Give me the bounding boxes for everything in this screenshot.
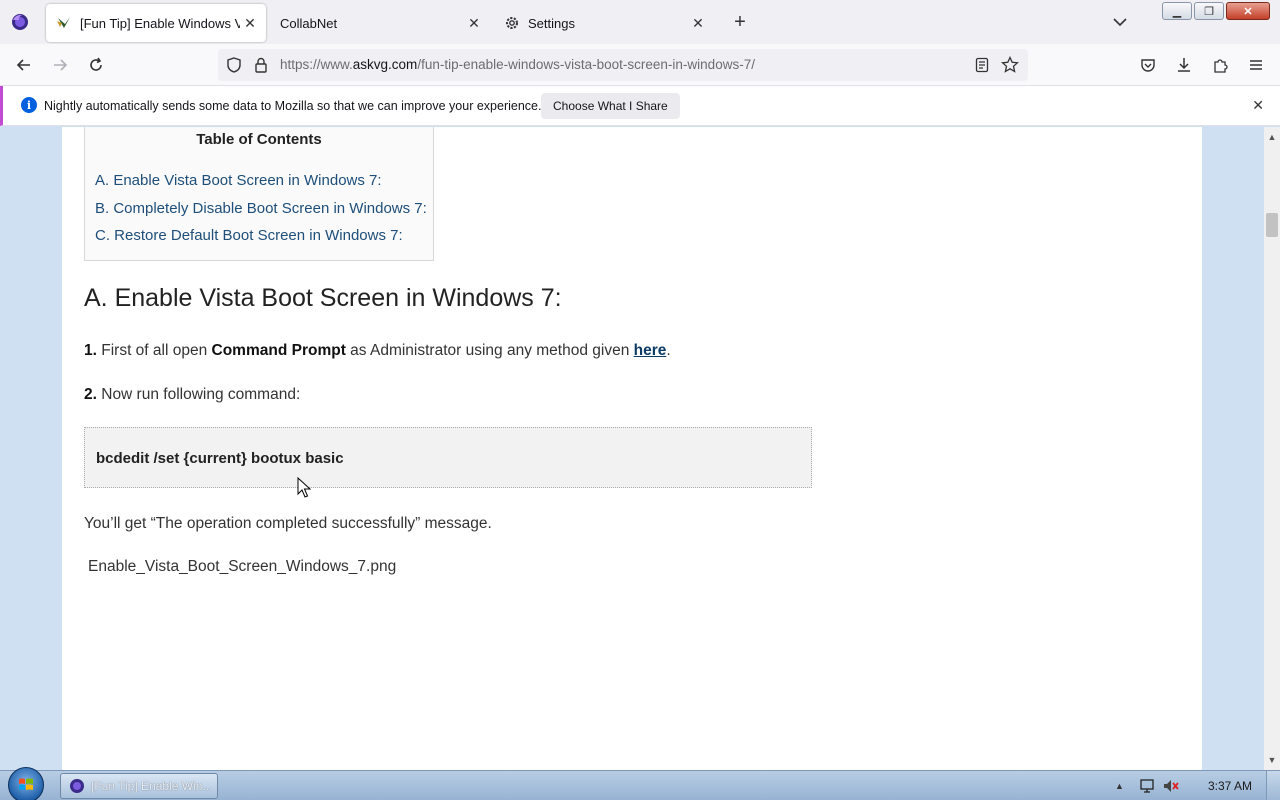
shield-icon[interactable] — [226, 57, 242, 73]
tab-settings[interactable]: Settings ✕ — [494, 4, 714, 42]
show-desktop-button[interactable] — [1266, 771, 1280, 800]
toc-link-c[interactable]: C. Restore Default Boot Screen in Window… — [95, 227, 403, 244]
arrow-left-icon — [16, 59, 30, 71]
mouse-cursor-icon — [297, 477, 312, 498]
windows-logo-icon — [19, 778, 33, 790]
notification-message: Nightly automatically sends some data to… — [44, 99, 542, 113]
pocket-icon — [1141, 59, 1155, 72]
start-button[interactable] — [8, 767, 44, 800]
tab-title: Settings — [528, 15, 575, 31]
downloads-button[interactable] — [1172, 53, 1196, 77]
scroll-down-icon[interactable]: ▼ — [1264, 752, 1280, 768]
step-1-paragraph: 1. First of all open Command Prompt as A… — [84, 342, 671, 360]
command-code-block: bcdedit /set {current} bootux basic — [84, 427, 812, 488]
step-text: . — [666, 342, 671, 359]
extensions-button[interactable] — [1208, 53, 1232, 77]
tab-strip: [Fun Tip] Enable Windows Vista Boot Scre… — [0, 0, 1280, 44]
close-window-button[interactable]: ✕ — [1226, 2, 1270, 20]
broken-image-alt: Enable_Vista_Boot_Screen_Windows_7.png — [88, 558, 397, 575]
maximize-button[interactable]: ❐ — [1194, 2, 1224, 20]
url-bar[interactable]: https://www.askvg.com/fun-tip-enable-win… — [218, 49, 1028, 81]
close-icon[interactable]: ✕ — [1252, 97, 1264, 114]
toc-title: Table of Contents — [196, 131, 322, 148]
tab-fun-tip[interactable]: [Fun Tip] Enable Windows Vista Boot Scre… — [46, 4, 266, 42]
windows-taskbar: [Fun Tip] Enable Win... ▲ 3:37 AM — [0, 767, 1280, 800]
reload-button[interactable] — [84, 53, 108, 77]
scrollbar-thumb[interactable] — [1266, 213, 1278, 237]
volume-muted-icon[interactable] — [1162, 777, 1180, 795]
chevron-down-icon[interactable] — [1110, 12, 1130, 32]
pocket-button[interactable] — [1136, 53, 1160, 77]
back-button[interactable] — [12, 53, 36, 77]
table-of-contents: Table of Contents A. Enable Vista Boot S… — [84, 127, 434, 261]
tab-close-icon[interactable]: ✕ — [464, 13, 484, 33]
system-tray: ▲ 3:37 AM — [1115, 771, 1280, 800]
reload-icon — [90, 57, 102, 71]
arrow-right-icon — [54, 59, 68, 71]
url-path: /fun-tip-enable-windows-vista-boot-scree… — [417, 57, 755, 72]
url-domain: askvg.com — [352, 57, 418, 72]
lock-icon[interactable] — [254, 57, 268, 73]
page-viewport: Table of Contents A. Enable Vista Boot S… — [0, 127, 1264, 770]
step-2-paragraph: 2. Now run following command: — [84, 386, 300, 404]
step-text: First of all open — [96, 342, 212, 359]
show-hidden-icons-icon[interactable]: ▲ — [1115, 781, 1124, 791]
section-heading: A. Enable Vista Boot Screen in Windows 7… — [84, 284, 562, 312]
tab-close-icon[interactable]: ✕ — [240, 13, 260, 33]
askvg-favicon-icon — [56, 15, 72, 31]
tab-collabnet[interactable]: CollabNet ✕ — [270, 4, 490, 42]
tab-close-icon[interactable]: ✕ — [688, 13, 708, 33]
window-controls: ▁ ❐ ✕ — [1162, 2, 1270, 20]
forward-button[interactable] — [48, 53, 72, 77]
step-text: as Administrator using any method given — [345, 342, 634, 359]
toc-link-a[interactable]: A. Enable Vista Boot Screen in Windows 7… — [95, 172, 382, 189]
vertical-scrollbar[interactable]: ▲ ▼ — [1264, 127, 1280, 770]
taskbar-firefox-window[interactable]: [Fun Tip] Enable Win... — [60, 773, 218, 799]
tab-title: CollabNet — [280, 15, 338, 31]
gear-icon — [504, 15, 520, 31]
download-icon — [1178, 58, 1190, 72]
network-icon[interactable] — [1138, 777, 1156, 795]
toc-link-b[interactable]: B. Completely Disable Boot Screen in Win… — [95, 200, 427, 217]
info-icon: i — [21, 97, 37, 113]
scroll-up-icon[interactable]: ▲ — [1264, 129, 1280, 145]
result-paragraph: You’ll get “The operation completed succ… — [84, 515, 492, 532]
step-number: 2. — [84, 386, 97, 403]
article-content: Table of Contents A. Enable Vista Boot S… — [62, 127, 1202, 770]
reader-view-icon[interactable] — [974, 57, 990, 73]
firefox-nightly-icon — [70, 779, 84, 793]
puzzle-icon — [1214, 59, 1228, 73]
tab-title: [Fun Tip] Enable Windows Vista Boot Scre… — [80, 15, 240, 31]
notification-bar: i Nightly automatically sends some data … — [0, 86, 1280, 126]
firefox-nightly-icon[interactable] — [10, 12, 30, 32]
taskbar-window-title: [Fun Tip] Enable Win... — [91, 779, 213, 793]
here-link[interactable]: here — [634, 342, 667, 359]
new-tab-button[interactable]: + — [728, 10, 752, 34]
app-menu-button[interactable] — [1244, 53, 1268, 77]
taskbar-clock[interactable]: 3:37 AM — [1208, 779, 1252, 793]
bold-text: Command Prompt — [211, 342, 346, 359]
choose-what-i-share-button[interactable]: Choose What I Share — [541, 93, 680, 119]
url-prefix: https://www. — [280, 57, 353, 72]
step-number: 1. — [84, 342, 97, 359]
minimize-button[interactable]: ▁ — [1162, 2, 1192, 20]
navigation-bar: https://www.askvg.com/fun-tip-enable-win… — [0, 44, 1280, 86]
hamburger-menu-icon — [1250, 60, 1262, 70]
step-text: Now run following command: — [96, 386, 301, 403]
bookmark-star-icon[interactable] — [1001, 56, 1019, 74]
command-text: bcdedit /set {current} bootux basic — [96, 450, 344, 467]
url-text[interactable]: https://www.askvg.com/fun-tip-enable-win… — [280, 57, 755, 72]
